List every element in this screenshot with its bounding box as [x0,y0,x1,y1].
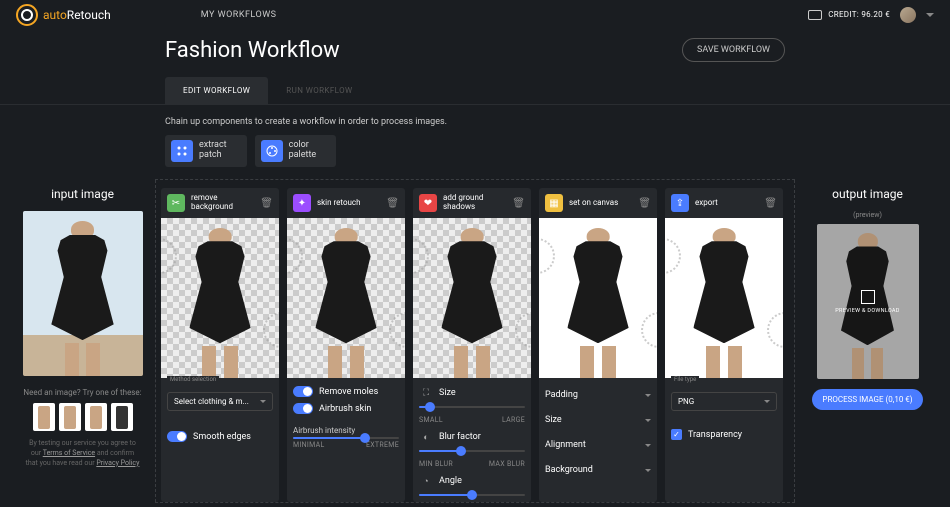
delete-icon[interactable]: 🗑 [512,198,525,209]
workflow-canvas[interactable]: ✂ remove background 🗑 Method selection S… [155,179,795,503]
sample-thumb-1[interactable] [33,403,55,431]
card-export[interactable]: ⇪ export 🗑 File type PNG ✓ Transp [665,188,783,502]
chevron-down-icon [260,400,266,406]
card-preview [413,218,531,378]
export-icon: ⇪ [671,194,689,212]
input-image-dropzone[interactable] [23,211,143,376]
angle-icon: ◔ [419,474,433,488]
sample-thumb-2[interactable] [59,403,81,431]
nav-my-workflows[interactable]: MY WORKFLOWS [201,10,277,20]
palette-icon [261,140,283,162]
delete-icon[interactable]: 🗑 [638,198,651,209]
sample-thumb-3[interactable] [85,403,107,431]
delete-icon[interactable]: 🗑 [386,198,399,209]
chevron-down-icon [645,419,651,425]
expand-icon [861,290,875,304]
alignment-accordion[interactable]: Alignment [545,436,651,455]
logo-icon [16,4,38,26]
chip-color-palette[interactable]: color palette [255,135,337,167]
input-image-title: input image [20,179,145,211]
legal-text: By testing our service you agree to our … [20,439,145,468]
intensity-slider[interactable] [293,437,399,439]
card-preview [287,218,405,378]
credit-display[interactable]: CREDIT: 96.20 € [808,10,890,20]
page-title: Fashion Workflow [165,38,340,63]
filetype-select[interactable]: PNG [671,392,777,411]
logo-text: autoRetouch [43,8,111,22]
card-preview [539,218,657,378]
logo[interactable]: autoRetouch [16,4,111,26]
droplet-icon: ❤ [419,194,437,212]
blur-icon: ◐ [419,430,433,444]
angle-slider[interactable] [419,494,525,496]
card-set-on-canvas[interactable]: ▦ set on canvas 🗑 Padding Size Alignment… [539,188,657,502]
terms-link[interactable]: Terms of Service [43,449,95,457]
padding-accordion[interactable]: Padding [545,386,651,405]
sample-hint: Need an image? Try one of these: [20,388,145,397]
output-preview[interactable]: PREVIEW & DOWNLOAD [817,224,919,379]
background-accordion[interactable]: Background [545,461,651,480]
tab-run-workflow[interactable]: RUN WORKFLOW [268,77,370,104]
chevron-down-icon [645,444,651,450]
canvas-icon: ▦ [545,194,563,212]
extract-patch-icon [171,140,193,162]
delete-icon[interactable]: 🗑 [764,198,777,209]
preview-label: (preview) [805,211,930,219]
process-image-button[interactable]: PROCESS IMAGE (0,10 €) [812,389,922,410]
delete-icon[interactable]: 🗑 [260,198,273,209]
wand-icon: ✦ [293,194,311,212]
credit-card-icon [808,10,822,20]
blur-slider[interactable] [419,450,525,452]
scissors-icon: ✂ [167,194,185,212]
chevron-down-icon [645,394,651,400]
method-select[interactable]: Select clothing & m... [167,392,273,411]
chip-extract-patch[interactable]: extract patch [165,135,247,167]
card-skin-retouch[interactable]: ✦ skin retouch 🗑 Remove moles Airbrush s… [287,188,405,502]
chevron-down-icon [764,400,770,406]
card-remove-background[interactable]: ✂ remove background 🗑 Method selection S… [161,188,279,502]
airbrush-toggle[interactable] [293,403,313,414]
transparency-checkbox[interactable]: ✓ [671,429,682,440]
chevron-down-icon[interactable] [926,13,934,21]
chevron-down-icon [645,469,651,475]
tab-edit-workflow[interactable]: EDIT WORKFLOW [165,77,268,104]
card-add-shadows[interactable]: ❤ add ground shadows 🗑 ⛶Size SMALLLARGE … [413,188,531,502]
card-preview [665,218,783,378]
save-workflow-button[interactable]: SAVE WORKFLOW [682,38,785,62]
remove-moles-toggle[interactable] [293,386,313,397]
output-image-title: output image [805,179,930,211]
avatar[interactable] [900,7,916,23]
size-icon: ⛶ [419,386,433,400]
size-accordion[interactable]: Size [545,411,651,430]
size-slider[interactable] [419,406,525,408]
privacy-link[interactable]: Privacy Policy [96,459,139,467]
smooth-edges-toggle[interactable] [167,431,187,442]
card-preview [161,218,279,378]
instruction-text: Chain up components to create a workflow… [0,105,950,135]
sample-thumb-4[interactable] [111,403,133,431]
